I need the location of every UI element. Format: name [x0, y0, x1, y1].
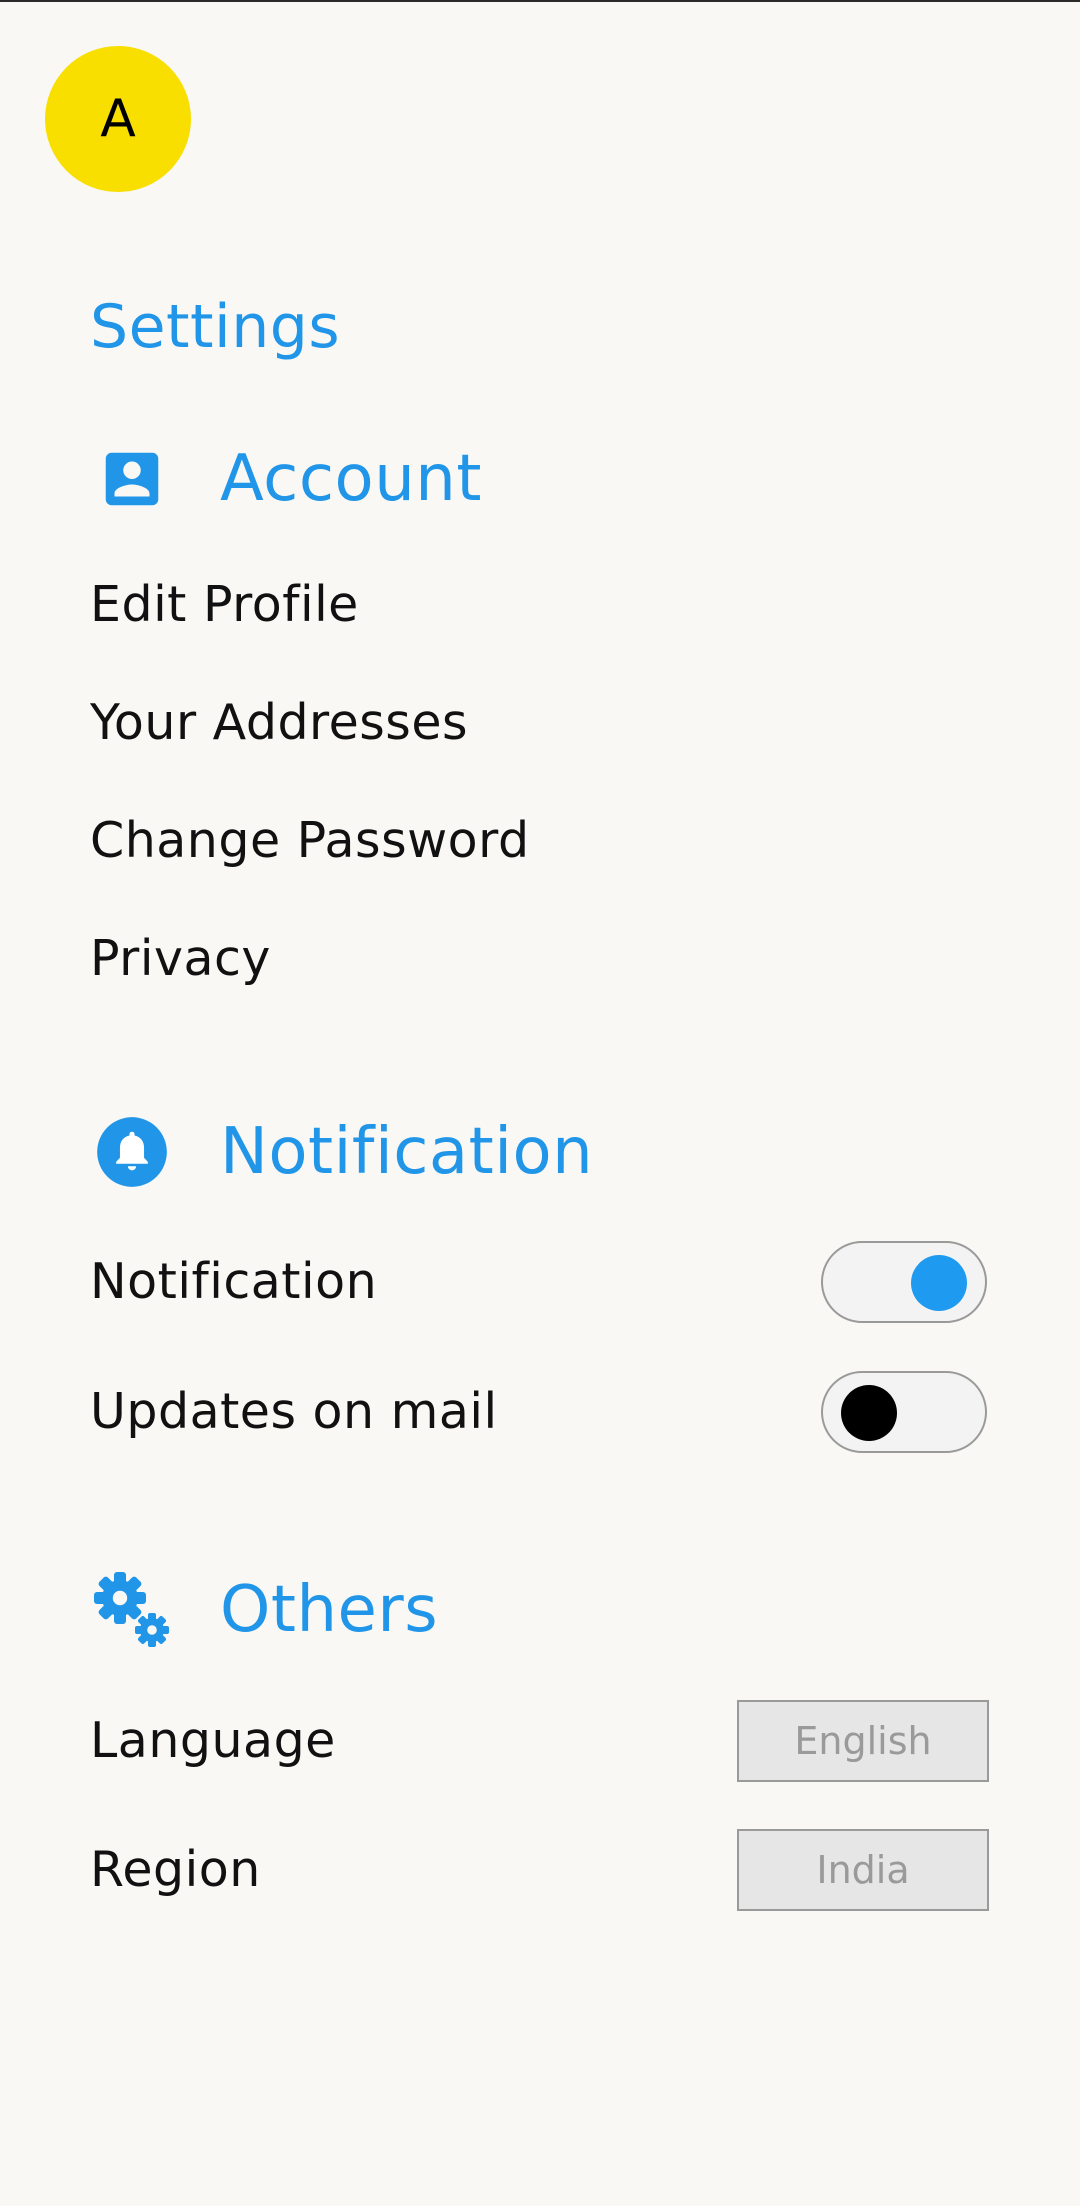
section-header-notification: Notification: [90, 1107, 593, 1197]
language-label: Language: [90, 1712, 336, 1769]
bell-icon: [90, 1110, 174, 1194]
updates-on-mail-toggle[interactable]: [821, 1371, 987, 1453]
notification-toggle-label: Notification: [90, 1253, 378, 1310]
section-title-account: Account: [220, 442, 482, 516]
section-header-others: Others: [90, 1565, 438, 1655]
language-select[interactable]: English: [737, 1700, 989, 1782]
gears-icon: [90, 1568, 174, 1652]
updates-on-mail-label: Updates on mail: [90, 1383, 498, 1440]
avatar[interactable]: A: [45, 46, 191, 192]
menu-item-edit-profile[interactable]: Edit Profile: [90, 575, 359, 635]
avatar-initial: A: [100, 89, 136, 149]
menu-item-change-password[interactable]: Change Password: [90, 811, 530, 871]
top-divider: [0, 0, 1080, 2]
section-title-notification: Notification: [220, 1115, 594, 1189]
menu-item-your-addresses[interactable]: Your Addresses: [90, 693, 468, 753]
section-header-account: Account: [90, 434, 482, 524]
toggle-knob: [911, 1255, 967, 1311]
account-box-icon: [90, 437, 174, 521]
page-title: Settings: [90, 292, 341, 362]
region-label: Region: [90, 1841, 261, 1898]
toggle-knob: [841, 1385, 897, 1441]
section-title-others: Others: [220, 1573, 439, 1647]
region-select[interactable]: India: [737, 1829, 989, 1911]
notification-toggle[interactable]: [821, 1241, 987, 1323]
menu-item-privacy[interactable]: Privacy: [90, 929, 271, 989]
